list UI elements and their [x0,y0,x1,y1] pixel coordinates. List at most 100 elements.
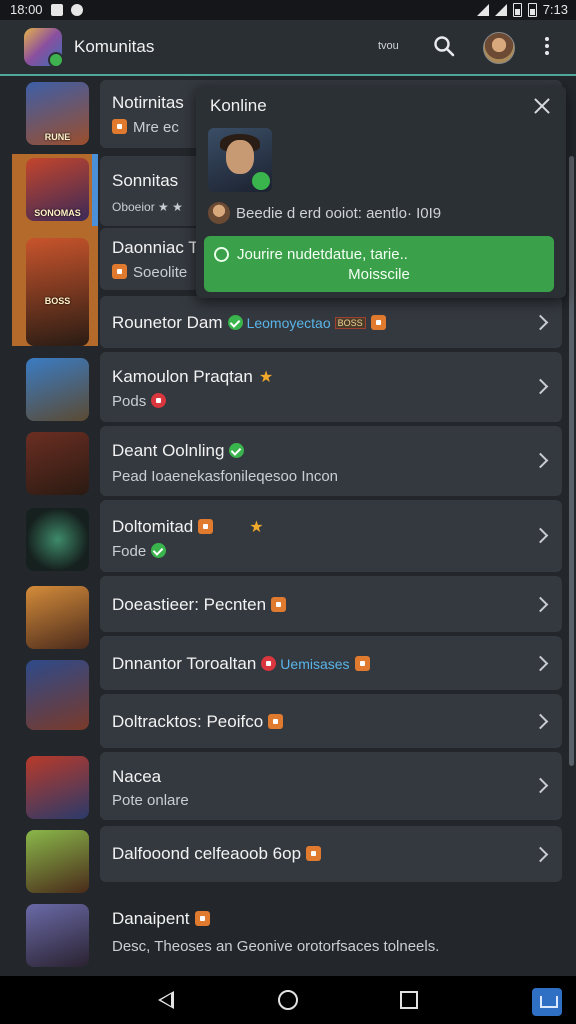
alert-icon [151,393,167,408]
notification-icon [50,3,63,16]
chevron-right-icon[interactable] [532,378,549,395]
scrollbar[interactable] [569,156,574,766]
app-logo [24,28,64,68]
popup-title: Konline [210,96,267,115]
popup-status-row: Beedie d erd ooiot: aentlo· I0I9 [208,202,441,224]
wifi-icon [476,3,489,16]
home-icon[interactable] [278,990,298,1010]
join-button[interactable]: Jourire nudetdatue, tarie.. Moisscile [204,236,554,292]
list-item[interactable]: Rounetor Dam Leomoyectao BOSS [100,296,562,348]
list-item-thumbnail[interactable] [26,830,89,893]
list-item-title: Rounetor Dam Leomoyectao BOSS [112,313,386,333]
list-item-title: Daonniac T [112,238,199,257]
search-icon[interactable] [432,34,456,58]
chevron-right-icon[interactable] [532,655,549,672]
list-item-tag: Uemisases [280,656,350,672]
list-item-subtitle: Pead Ioaenekasfonileqesoo Incon [112,468,339,485]
join-button-text: Jourire nudetdatue, tarie.. [237,246,408,263]
verified-icon [151,543,167,558]
popup-status-text: Beedie d erd ooiot: aentlo· I0I9 [236,204,442,222]
list-item[interactable]: Kamoulon Praqtan ★ Pods [100,352,562,422]
list-item[interactable]: Deant Oolnling Pead Ioaenekasfonileqesoo… [100,426,562,496]
shield-icon [268,714,284,729]
list-item[interactable]: Dnnantor Toroaltan Uemisases [100,636,562,690]
list-item-subtitle: Fode [112,543,167,560]
thumbnail-label: RUNE [44,132,71,142]
list-item[interactable]: Doltomitad ★ Fode [100,500,562,572]
list-item-thumbnail[interactable]: RUNE [26,82,89,145]
list-item-thumbnail[interactable] [26,358,89,421]
list-item-subtitle-text: Pods [112,393,147,410]
recents-icon[interactable] [400,991,418,1009]
list-item-title-text: Doeastieer: Pecnten [112,595,267,614]
status-bar: 18:00 7:13 [0,0,576,20]
thumbnail-label: BOSS [44,296,71,306]
page-title: Komunitas [74,37,155,56]
shield-icon [271,597,287,612]
thumbnail-label: SONOMAS [34,208,81,218]
list-item-thumbnail[interactable] [26,660,89,730]
list-item-tag: Leomoyectao [246,315,331,331]
list-item-thumbnail[interactable] [26,586,89,649]
app-bar: Komunitas tvou [0,20,576,76]
list-item-thumbnail[interactable] [26,904,89,967]
list-item-title-text: Dalfooond celfeaoob 6op [112,844,302,863]
online-popup: Konline Beedie d erd ooiot: aentlo· I0I9… [196,86,566,298]
battery-icon-2 [527,2,537,17]
back-icon[interactable] [158,991,174,1009]
verified-icon [229,443,245,458]
list-item-title-text: Kamoulon Praqtan [112,367,253,386]
chevron-right-icon[interactable] [532,846,549,863]
battery-icon [512,2,522,17]
list-item-subtitle: Oboeior ★ ★ [112,200,183,214]
list-item-thumbnail[interactable]: SONOMAS [26,158,89,221]
list-item-title: Doltracktos: Peoifco [112,712,284,732]
popup-profile-image [208,128,272,192]
chevron-right-icon[interactable] [532,452,549,469]
app-bar-label[interactable]: tvou [378,40,399,52]
list-item-thumbnail[interactable] [26,432,89,495]
list-item-subtitle: Soeolite [112,264,187,281]
list-item-thumbnail[interactable] [26,508,89,571]
star-icon: ★ [258,369,274,386]
list-item-title-text: Dnnantor Toroaltan [112,654,257,673]
star-icon: ★ [249,519,264,536]
list-item-title: Dalfooond celfeaoob 6op [112,844,322,864]
list-item[interactable]: Dalfooond celfeaoob 6op [100,826,562,882]
chevron-right-icon[interactable] [532,713,549,730]
list-item-subtitle: Pote onlare [112,792,189,809]
list-item[interactable]: Nacea Pote onlare [100,752,562,820]
shield-icon [354,656,370,671]
list-item-subtitle-text: Fode [112,543,147,560]
status-time-left: 18:00 [10,2,43,17]
more-vert-icon[interactable] [536,34,558,60]
list-item-title-text: Doltracktos: Peoifco [112,712,264,731]
shield-icon [306,846,322,861]
shield-icon [370,315,386,330]
list-item[interactable]: Danaipent Desc, Theoses an Geonive oroto… [100,888,562,972]
list-item-title: Nacea [112,767,162,786]
system-nav-bar [0,976,576,1024]
list-item-subtitle: Pods [112,393,167,410]
list-item-title: Notirnitas [112,93,184,112]
list-item-title: Doeastieer: Pecnten [112,595,287,615]
list-item-title-text: Doltomitad [112,517,194,536]
close-icon[interactable] [532,96,552,116]
status-time-right: 7:13 [542,2,568,17]
list-item-thumbnail[interactable] [26,756,89,819]
list-item-title: Doltomitad ★ [112,517,264,537]
list-item-thumbnail[interactable]: BOSS [26,238,89,346]
location-icon [70,3,83,16]
chevron-right-icon[interactable] [532,596,549,613]
list-item[interactable]: Doltracktos: Peoifco [100,694,562,748]
avatar[interactable] [483,32,515,64]
chevron-right-icon[interactable] [532,527,549,544]
join-button-line1: Jourire nudetdatue, tarie.. [214,246,408,263]
list-item-title-text: Rounetor Dam [112,313,223,332]
chevron-right-icon[interactable] [532,777,549,794]
chevron-right-icon[interactable] [532,314,549,331]
list-item[interactable]: Doeastieer: Pecnten [100,576,562,632]
list-item-subtitle-text: Mre ec [133,119,179,136]
verified-icon [227,315,243,330]
keyboard-switch-icon[interactable] [532,988,562,1016]
